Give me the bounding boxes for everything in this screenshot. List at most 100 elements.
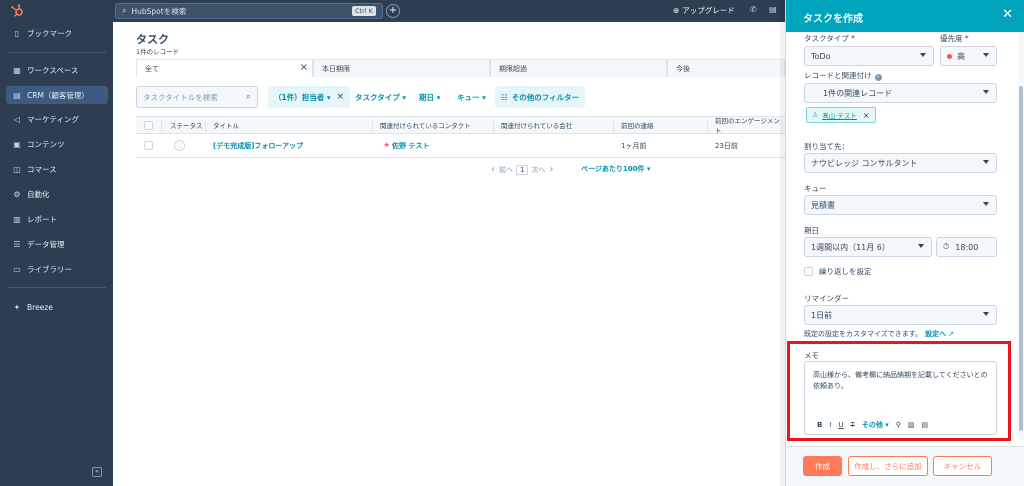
due-filter[interactable]: 期日 ▾ — [419, 86, 440, 108]
sidebar-item-bookmark[interactable]: ▯ ブックマーク — [6, 24, 108, 42]
prev-page-button[interactable]: 前へ — [499, 165, 513, 175]
sidebar-item-label: CRM（顧客管理） — [27, 90, 89, 100]
create-button[interactable]: 作成 — [803, 456, 842, 476]
assignee-select[interactable]: ナウビレッジ コンサルタント — [804, 153, 997, 173]
report-icon: ▥ — [13, 214, 21, 224]
task-title-link[interactable]: [デモ完成版]フォローアップ — [213, 134, 303, 157]
repeat-checkbox[interactable]: 繰り返しを設定 — [804, 266, 872, 277]
tasks-table: ステータス タイトル 関連付けられているコンタクト 関連付けられている会社 前回… — [136, 116, 785, 158]
column-contact[interactable]: 関連付けられているコンタクト — [380, 117, 471, 133]
task-type-select[interactable]: ToDo — [804, 46, 934, 66]
sidebar-item-marketing[interactable]: ◁ マーケティング — [6, 110, 108, 128]
settings-link[interactable]: 設定へ — [925, 330, 946, 338]
sidebar-item-library[interactable]: ▭ ライブラリー — [6, 260, 108, 278]
clear-filter-icon[interactable]: × — [337, 92, 345, 102]
content-icon: ▣ — [13, 139, 21, 149]
priority-high-dot-icon — [947, 53, 952, 59]
reminder-select[interactable]: 1日前 — [804, 305, 997, 325]
queue-filter[interactable]: キュー ▾ — [457, 86, 486, 108]
due-date-select[interactable]: 1週間以内（11月 6） — [804, 237, 932, 257]
tab-all[interactable]: 全て × — [136, 59, 313, 77]
sidebar-item-content[interactable]: ▣ コンテンツ — [6, 135, 108, 153]
due-time-input[interactable]: ⏱ 18:00 — [936, 237, 997, 257]
sidebar-divider — [8, 52, 106, 53]
sidebar-item-commerce[interactable]: ◫ コマース — [6, 160, 108, 178]
column-company[interactable]: 関連付けられている会社 — [501, 117, 572, 133]
column-status[interactable]: ステータス — [170, 117, 203, 133]
task-type-filter[interactable]: タスクタイプ ▾ — [355, 86, 406, 108]
priority-select[interactable]: 高 — [940, 46, 997, 66]
cancel-button[interactable]: キャンセル — [933, 456, 992, 476]
phone-icon[interactable]: ✆ — [750, 5, 757, 14]
last-contact-cell: 1ヶ月前 — [621, 141, 647, 150]
select-all-checkbox[interactable] — [144, 117, 153, 133]
column-last-contact[interactable]: 前回の連絡 — [621, 117, 654, 133]
queue-value: 見積書 — [811, 200, 835, 210]
priority-label: 優先度 * — [940, 34, 969, 43]
remove-chip-icon[interactable]: × — [863, 111, 870, 120]
more-filters-button[interactable]: ☷ その他のフィルター — [495, 86, 586, 108]
memo-highlight-frame — [787, 341, 1011, 441]
panel-scrollbar-thumb[interactable] — [1019, 86, 1023, 431]
filter-icon: ☷ — [501, 92, 508, 102]
sidebar-item-crm[interactable]: ▤ CRM（顧客管理） — [6, 86, 108, 104]
create-plus-button[interactable]: + — [386, 4, 400, 18]
tab-upcoming[interactable]: 今後 — [667, 59, 785, 77]
assignee-value: ナウビレッジ コンサルタント — [811, 158, 918, 168]
search-icon: ⌕ — [245, 92, 251, 102]
global-search-input[interactable]: ⌕ HubSpotを検索 Ctrl K — [115, 3, 383, 19]
create-and-add-button[interactable]: 作成し、さらに追加 — [848, 456, 928, 476]
tab-overdue[interactable]: 期限超過 — [490, 59, 667, 77]
upgrade-icon: ⊕ — [673, 6, 680, 15]
close-icon[interactable]: ✕ — [1002, 7, 1013, 22]
hubspot-logo-icon[interactable] — [10, 4, 24, 18]
collapse-sidebar-button[interactable]: « — [92, 467, 102, 477]
chevron-right-icon[interactable]: › — [549, 164, 553, 175]
assign-label: 割り当て先： — [804, 142, 849, 151]
record-count: 1件のレコード — [136, 48, 180, 56]
column-divider — [161, 120, 162, 132]
chevron-down-icon — [983, 312, 989, 316]
task-type-value: ToDo — [811, 51, 831, 61]
contact-cell[interactable]: ✚ 佐野 テスト — [384, 134, 429, 157]
upgrade-button[interactable]: ⊕ アップグレード — [673, 5, 735, 16]
association-select[interactable]: 1件の関連レコード — [804, 83, 997, 103]
tab-due-today[interactable]: 本日期限 — [313, 59, 490, 77]
checkbox[interactable] — [804, 267, 813, 276]
chevron-left-icon[interactable]: ‹ — [491, 164, 495, 175]
page-number[interactable]: 1 — [516, 164, 529, 175]
sidebar-item-breeze[interactable]: ✦ Breeze — [6, 298, 108, 316]
row-checkbox[interactable] — [144, 134, 153, 157]
associated-record-name[interactable]: 髙山 テスト — [822, 110, 857, 120]
per-page-select[interactable]: ページあたり100件 ▾ — [581, 164, 650, 174]
column-divider — [205, 120, 206, 132]
marketplace-icon[interactable]: ▤ — [769, 5, 777, 14]
tab-label: 全て — [145, 64, 159, 73]
column-title[interactable]: タイトル — [213, 117, 239, 133]
chevron-down-icon — [983, 160, 989, 164]
external-link-icon[interactable]: ↗ — [948, 330, 954, 338]
close-icon[interactable]: × — [300, 62, 308, 73]
due-date-value: 1週間以内（11月 6） — [811, 242, 890, 252]
task-search-input[interactable]: タスクタイトルを検索 ⌕ — [136, 86, 258, 108]
due-time-value: 18:00 — [955, 242, 979, 252]
main-content: タスク 1件のレコード 全て × 本日期限 期限超過 今後 タスクタイトルを検索… — [113, 22, 785, 486]
owner-filter[interactable]: （1件）担当者 ▾ × — [268, 86, 351, 108]
status-toggle[interactable]: ○ — [174, 134, 185, 157]
sidebar-item-workspace[interactable]: ▦ ワークスペース — [6, 61, 108, 79]
next-page-button[interactable]: 次へ — [531, 165, 545, 175]
queue-select[interactable]: 見積書 — [804, 195, 997, 215]
column-divider — [372, 120, 373, 132]
crm-icon: ▤ — [13, 90, 21, 100]
sidebar-item-data[interactable]: ☰ データ管理 — [6, 235, 108, 253]
sidebar-item-report[interactable]: ▥ レポート — [6, 210, 108, 228]
panel-footer: 作成 作成し、さらに追加 キャンセル — [786, 446, 1024, 486]
table-row[interactable]: ○ [デモ完成版]フォローアップ ✚ 佐野 テスト 1ヶ月前 23日前 — [136, 134, 785, 158]
sidebar-item-automation[interactable]: ⚙ 自動化 — [6, 185, 108, 203]
column-last-engagement[interactable]: 前回のエンゲージメント — [715, 117, 785, 135]
commerce-icon: ◫ — [13, 164, 21, 174]
panel-title: タスクを作成 — [803, 14, 863, 25]
chevron-down-icon — [920, 53, 926, 57]
contact-link[interactable]: 佐野 テスト — [392, 141, 429, 151]
associated-record-chip[interactable]: ♙ 髙山 テスト × — [806, 107, 876, 123]
